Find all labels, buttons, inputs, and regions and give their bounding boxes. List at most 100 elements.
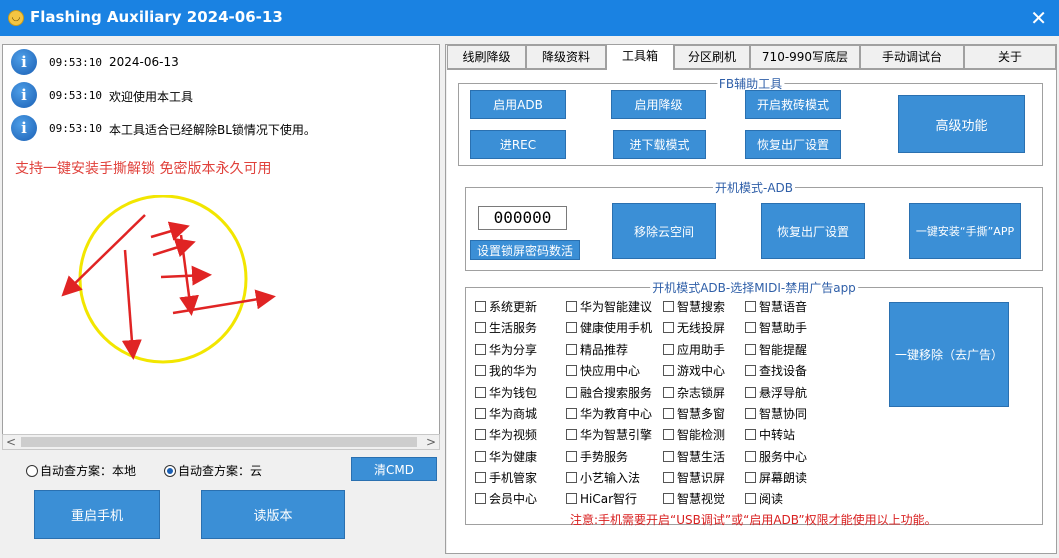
checkbox-box[interactable] [663, 322, 674, 333]
checkbox-box[interactable] [566, 301, 577, 312]
app-checkbox[interactable]: 华为教育中心 [566, 406, 652, 422]
checkbox-box[interactable] [566, 365, 577, 376]
checkbox-box[interactable] [566, 493, 577, 504]
horizontal-scrollbar[interactable]: < > [2, 434, 440, 450]
app-checkbox[interactable]: 服务中心 [745, 449, 807, 465]
enable-downgrade-button[interactable]: 启用降级 [611, 90, 706, 119]
checkbox-box[interactable] [475, 429, 486, 440]
app-checkbox[interactable]: 游戏中心 [663, 363, 725, 379]
factory-reset-fb-button[interactable]: 恢复出厂设置 [745, 130, 841, 159]
advanced-features-button[interactable]: 高级功能 [898, 95, 1025, 153]
app-checkbox[interactable]: 智慧协同 [745, 406, 807, 422]
download-mode-button[interactable]: 进下载模式 [613, 130, 706, 159]
checkbox-box[interactable] [745, 472, 756, 483]
checkbox-box[interactable] [745, 365, 756, 376]
app-checkbox[interactable]: 系统更新 [475, 299, 537, 315]
checkbox-box[interactable] [745, 387, 756, 398]
checkbox-box[interactable] [663, 472, 674, 483]
checkbox-box[interactable] [745, 451, 756, 462]
checkbox-box[interactable] [663, 429, 674, 440]
checkbox-box[interactable] [475, 408, 486, 419]
checkbox-box[interactable] [663, 301, 674, 312]
app-checkbox[interactable]: 华为分享 [475, 342, 537, 358]
tab-write-bottom-layer[interactable]: 710-990写底层 [750, 45, 860, 69]
app-checkbox[interactable]: 手机管家 [475, 470, 537, 486]
app-checkbox[interactable]: 小艺输入法 [566, 470, 640, 486]
app-checkbox[interactable]: 智慧视觉 [663, 491, 725, 507]
checkbox-box[interactable] [663, 408, 674, 419]
checkbox-box[interactable] [745, 429, 756, 440]
checkbox-box[interactable] [475, 451, 486, 462]
checkbox-box[interactable] [663, 365, 674, 376]
checkbox-box[interactable] [475, 472, 486, 483]
tab-partition-flash[interactable]: 分区刷机 [674, 45, 750, 69]
app-checkbox[interactable]: 手势服务 [566, 449, 628, 465]
close-icon[interactable]: ✕ [1030, 6, 1047, 30]
app-checkbox[interactable]: HiCar智行 [566, 491, 637, 507]
radio-dot[interactable] [26, 465, 38, 477]
radio-query-cloud[interactable]: 自动查方案：云 [164, 462, 262, 479]
checkbox-box[interactable] [475, 344, 486, 355]
app-checkbox[interactable]: 华为视频 [475, 427, 537, 443]
checkbox-box[interactable] [475, 365, 486, 376]
tab-downgrade-data[interactable]: 降级资料 [526, 45, 606, 69]
checkbox-box[interactable] [566, 472, 577, 483]
checkbox-box[interactable] [663, 344, 674, 355]
checkbox-box[interactable] [663, 387, 674, 398]
checkbox-box[interactable] [475, 301, 486, 312]
install-unlock-app-button[interactable]: 一键安装“手撕”APP [909, 203, 1021, 259]
app-checkbox[interactable]: 华为智能建议 [566, 299, 652, 315]
enter-recovery-button[interactable]: 进REC [470, 130, 566, 159]
checkbox-box[interactable] [663, 451, 674, 462]
app-checkbox[interactable]: 精品推荐 [566, 342, 628, 358]
app-checkbox[interactable]: 智慧助手 [745, 320, 807, 336]
scroll-left-icon[interactable]: < [3, 435, 19, 449]
radio-dot-selected[interactable] [164, 465, 176, 477]
app-checkbox[interactable]: 智慧多窗 [663, 406, 725, 422]
set-lock-password-button[interactable]: 设置锁屏密码数活 [470, 240, 580, 260]
app-checkbox[interactable]: 智慧搜索 [663, 299, 725, 315]
app-checkbox[interactable]: 智慧生活 [663, 449, 725, 465]
checkbox-box[interactable] [745, 344, 756, 355]
app-checkbox[interactable]: 会员中心 [475, 491, 537, 507]
checkbox-box[interactable] [566, 451, 577, 462]
app-checkbox[interactable]: 查找设备 [745, 363, 807, 379]
tab-manual-debug[interactable]: 手动调试台 [860, 45, 964, 69]
tab-toolbox[interactable]: 工具箱 [606, 44, 674, 70]
remove-cloud-space-button[interactable]: 移除云空间 [612, 203, 716, 259]
checkbox-box[interactable] [475, 387, 486, 398]
tab-line-flash-downgrade[interactable]: 线刷降级 [447, 45, 526, 69]
app-checkbox[interactable]: 智慧语音 [745, 299, 807, 315]
app-checkbox[interactable]: 我的华为 [475, 363, 537, 379]
app-checkbox[interactable]: 快应用中心 [566, 363, 640, 379]
app-checkbox[interactable]: 华为钱包 [475, 385, 537, 401]
checkbox-box[interactable] [745, 408, 756, 419]
scroll-right-icon[interactable]: > [423, 435, 439, 449]
lock-pin-input[interactable]: 000000 [478, 206, 567, 230]
app-checkbox[interactable]: 无线投屏 [663, 320, 725, 336]
clear-cmd-button[interactable]: 清CMD [351, 457, 437, 481]
app-checkbox[interactable]: 屏幕朗读 [745, 470, 807, 486]
checkbox-box[interactable] [663, 493, 674, 504]
checkbox-box[interactable] [475, 493, 486, 504]
enable-adb-button[interactable]: 启用ADB [470, 90, 566, 119]
checkbox-box[interactable] [475, 322, 486, 333]
remove-ads-button[interactable]: 一键移除（去广告） [889, 302, 1009, 407]
app-checkbox[interactable]: 智慧识屏 [663, 470, 725, 486]
factory-reset-adb-button[interactable]: 恢复出厂设置 [761, 203, 865, 259]
app-checkbox[interactable]: 杂志锁屏 [663, 385, 725, 401]
app-checkbox[interactable]: 智能检测 [663, 427, 725, 443]
app-checkbox[interactable]: 华为智慧引擎 [566, 427, 652, 443]
checkbox-box[interactable] [566, 408, 577, 419]
app-checkbox[interactable]: 中转站 [745, 427, 795, 443]
app-checkbox[interactable]: 悬浮导航 [745, 385, 807, 401]
read-version-button[interactable]: 读版本 [201, 490, 345, 539]
checkbox-box[interactable] [566, 387, 577, 398]
app-checkbox[interactable]: 健康使用手机 [566, 320, 652, 336]
app-checkbox[interactable]: 融合搜索服务 [566, 385, 652, 401]
tab-about[interactable]: 关于 [964, 45, 1056, 69]
checkbox-box[interactable] [566, 429, 577, 440]
app-checkbox[interactable]: 应用助手 [663, 342, 725, 358]
app-checkbox[interactable]: 华为健康 [475, 449, 537, 465]
unbrick-mode-button[interactable]: 开启救砖模式 [745, 90, 841, 119]
